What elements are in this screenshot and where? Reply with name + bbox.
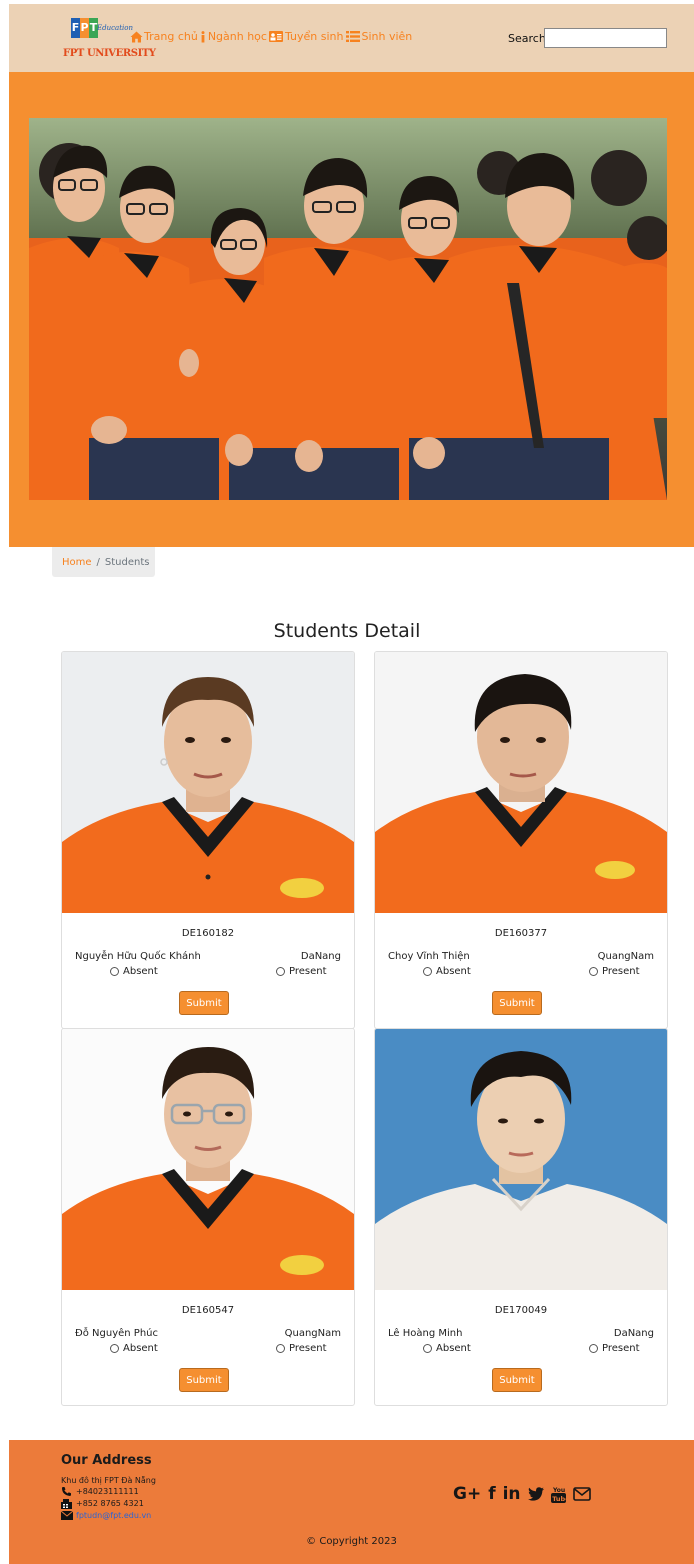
student-photo <box>375 652 667 913</box>
social-links: G+ f in YouTube <box>453 1484 591 1504</box>
home-icon <box>130 31 143 43</box>
student-id: DE170049 <box>494 1305 548 1316</box>
nav-item-tuyen-sinh[interactable]: Tuyển sinh <box>269 30 344 43</box>
list-icon <box>345 31 360 43</box>
student-photo <box>62 1029 354 1290</box>
breadcrumb-separator: / <box>96 556 100 568</box>
nav-label: Tuyển sinh <box>284 30 344 43</box>
fpt-logo-mark: F P T <box>71 16 98 40</box>
student-card: DE160547 Đỗ Nguyên Phúc QuangNam Absent … <box>61 1028 355 1406</box>
nav-label: Trang chủ <box>144 30 198 43</box>
svg-text:You: You <box>552 1487 565 1494</box>
absent-radio[interactable] <box>423 967 432 976</box>
site-footer: Our Address Khu đô thị FPT Đà Nẵng +8402… <box>9 1440 694 1564</box>
student-city: DaNang <box>300 951 341 962</box>
mail-icon[interactable] <box>572 1487 591 1501</box>
nav-item-trang-chu[interactable]: Trang chủ <box>130 30 198 43</box>
page-title: Students Detail <box>273 620 421 642</box>
copyright-text: © Copyright 2023 <box>306 1536 397 1547</box>
footer-address-title: Our Address <box>61 1453 152 1468</box>
student-card: DE170049 Lê Hoàng Minh DaNang Absent Pre… <box>374 1028 668 1406</box>
hero-students-photo <box>29 118 667 500</box>
present-label: Present <box>602 966 640 977</box>
absent-radio[interactable] <box>423 1344 432 1353</box>
student-city: QuangNam <box>284 1328 341 1339</box>
nav-label: Ngành học <box>207 30 267 43</box>
present-radio-option[interactable]: Present <box>276 966 327 977</box>
submit-button[interactable]: Submit <box>179 991 229 1015</box>
youtube-icon[interactable]: YouTube <box>550 1486 566 1503</box>
student-name: Đỗ Nguyên Phúc <box>75 1328 159 1339</box>
student-id: DE160547 <box>181 1305 235 1316</box>
student-card: DE160182 Nguyễn Hữu Quốc Khánh DaNang Ab… <box>61 651 355 1029</box>
present-label: Present <box>289 966 327 977</box>
present-radio[interactable] <box>589 967 598 976</box>
student-city: DaNang <box>613 1328 654 1339</box>
absent-radio-option[interactable]: Absent <box>110 1343 158 1354</box>
svg-text:Tube: Tube <box>552 1495 566 1503</box>
nav-label: Sinh viên <box>361 30 413 43</box>
present-radio-option[interactable]: Present <box>276 1343 327 1354</box>
student-name: Choy Vĩnh Thiện <box>388 951 470 962</box>
fax-icon <box>61 1499 73 1509</box>
google-plus-icon[interactable]: G+ <box>453 1484 481 1504</box>
footer-fax: +852 8765 4321 <box>61 1499 144 1509</box>
nav-item-nganh-hoc[interactable]: Ngành học <box>200 30 267 43</box>
student-name: Lê Hoàng Minh <box>388 1328 463 1339</box>
breadcrumb: Home / Students <box>52 547 155 577</box>
fax-text: +852 8765 4321 <box>76 1499 144 1508</box>
footer-phone: +84023111111 <box>61 1487 139 1496</box>
absent-label: Absent <box>123 966 158 977</box>
envelope-icon <box>60 1510 74 1520</box>
student-photo <box>62 652 354 913</box>
student-id: DE160182 <box>181 928 235 939</box>
linkedin-icon[interactable]: in <box>503 1484 521 1504</box>
absent-label: Absent <box>436 966 471 977</box>
phone-text: +84023111111 <box>76 1487 139 1496</box>
twitter-icon[interactable] <box>527 1487 544 1501</box>
breadcrumb-home-link[interactable]: Home <box>62 557 92 568</box>
email-link[interactable]: fptudn@fpt.edu.vn <box>76 1511 151 1520</box>
fpt-university-logo[interactable]: F P T Education FPT UNIVERSITY <box>63 16 156 62</box>
absent-radio-option[interactable]: Absent <box>423 966 471 977</box>
main-nav: Trang chủ Ngành học Tuyển sinh Sinh viên <box>130 30 414 43</box>
id-card-icon <box>269 31 284 43</box>
logo-education-text: Education <box>97 24 133 32</box>
info-icon <box>200 30 207 43</box>
absent-radio[interactable] <box>110 967 119 976</box>
address-text: Khu đô thị FPT Đà Nẵng <box>61 1476 156 1485</box>
student-name: Nguyễn Hữu Quốc Khánh <box>75 951 201 962</box>
absent-radio-option[interactable]: Absent <box>110 966 158 977</box>
submit-button[interactable]: Submit <box>492 1368 542 1392</box>
submit-button[interactable]: Submit <box>179 1368 229 1392</box>
absent-label: Absent <box>436 1343 471 1354</box>
breadcrumb-current: Students <box>104 556 150 568</box>
logo-university-text: FPT UNIVERSITY <box>63 48 156 59</box>
submit-button[interactable]: Submit <box>492 991 542 1015</box>
present-label: Present <box>289 1343 327 1354</box>
absent-label: Absent <box>123 1343 158 1354</box>
absent-radio[interactable] <box>110 1344 119 1353</box>
nav-item-sinh-vien[interactable]: Sinh viên <box>345 30 412 43</box>
present-radio-option[interactable]: Present <box>589 966 640 977</box>
phone-icon <box>61 1487 73 1496</box>
present-radio[interactable] <box>589 1344 598 1353</box>
student-id: DE160377 <box>494 928 548 939</box>
site-header: F P T Education FPT UNIVERSITY Trang chủ… <box>9 4 694 72</box>
student-city: QuangNam <box>597 951 654 962</box>
footer-address: Khu đô thị FPT Đà Nẵng <box>61 1476 156 1485</box>
student-photo <box>375 1029 667 1290</box>
footer-email: fptudn@fpt.edu.vn <box>60 1510 151 1520</box>
search-input[interactable] <box>544 28 667 48</box>
present-radio[interactable] <box>276 1344 285 1353</box>
hero-banner <box>9 72 694 547</box>
present-radio[interactable] <box>276 967 285 976</box>
student-card: DE160377 Choy Vĩnh Thiện QuangNam Absent… <box>374 651 668 1029</box>
facebook-icon[interactable]: f <box>488 1484 495 1504</box>
present-radio-option[interactable]: Present <box>589 1343 640 1354</box>
present-label: Present <box>602 1343 640 1354</box>
absent-radio-option[interactable]: Absent <box>423 1343 471 1354</box>
